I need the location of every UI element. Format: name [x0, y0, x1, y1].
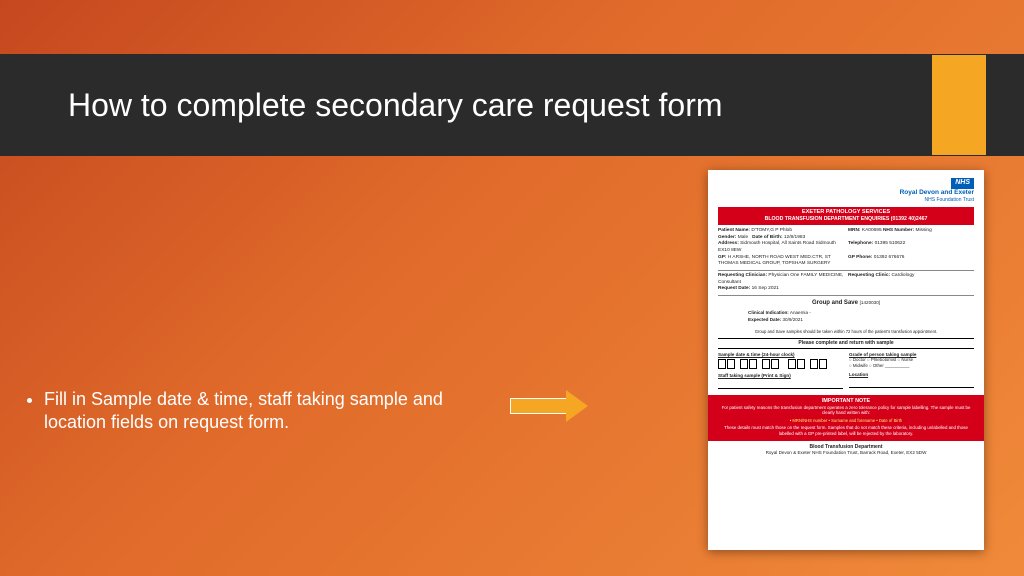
- bullet-area: Fill in Sample date & time, staff taking…: [22, 388, 462, 433]
- val-gender: Male: [738, 235, 748, 240]
- lbl-staff: Staff taking sample (Print & Sign): [718, 373, 843, 379]
- val-tel: 01395 510622: [875, 241, 906, 246]
- val-dob: 12/8/1983: [784, 235, 805, 240]
- lbl-reqdate: Request Date:: [718, 286, 750, 291]
- gs-code: [1420030]: [860, 300, 880, 305]
- slide-title: How to complete secondary care request f…: [68, 86, 723, 124]
- important-bullets: • MRN/NHS number • Surname and forename …: [716, 418, 976, 423]
- trust-sub: NHS Foundation Trust: [925, 197, 974, 203]
- val-reqclinic: Cardiology: [891, 273, 914, 278]
- lbl-gender: Gender:: [718, 235, 736, 240]
- val-reqdate: 16 Sep 2021: [752, 286, 779, 291]
- group-save-title: Group and Save [1420030]: [718, 300, 974, 308]
- lbl-ed: Expected Date:: [748, 317, 781, 322]
- bullet-text: Fill in Sample date & time, staff taking…: [44, 388, 462, 433]
- lbl-mrn: MRN:: [848, 228, 861, 233]
- arrow-icon: [510, 390, 588, 422]
- lbl-patient-name: Patient Name:: [718, 228, 750, 233]
- val-ci: Anaemia -: [790, 310, 811, 315]
- lbl-dob: Date of Birth:: [752, 235, 782, 240]
- lbl-addr: Address:: [718, 241, 739, 246]
- val-ed: 30/9/2021: [782, 317, 802, 322]
- val-mrn: KA00695: [862, 228, 882, 233]
- fields-block: Sample date & time (24-hour clock) Staff…: [718, 352, 974, 389]
- lbl-location: Location: [849, 372, 974, 378]
- important-head: IMPORTANT NOTE: [716, 398, 976, 405]
- gs-title-text: Group and Save: [812, 300, 858, 306]
- nhs-badge: NHS: [951, 178, 974, 189]
- demographics: Patient Name: D'TOMY,G P Phlob MRN: KA00…: [718, 228, 974, 293]
- lbl-reqclinic: Requesting Clinic:: [848, 273, 890, 278]
- sample-dt-boxes: [718, 359, 843, 369]
- lbl-gpphone: GP Phone:: [848, 255, 872, 260]
- lbl-sample-dt: Sample date & time (24-hour clock): [718, 352, 843, 358]
- val-gpphone: 01392 676676: [874, 255, 905, 260]
- location-line: [849, 380, 974, 388]
- please-complete: Please complete and return with sample: [718, 338, 974, 348]
- important-body2: These details must match those on the re…: [716, 425, 976, 436]
- important-note: IMPORTANT NOTE For patient safety reason…: [708, 395, 984, 441]
- lbl-tel: Telephone:: [848, 241, 873, 246]
- form-footer: Blood Transfusion Department Royal Devon…: [718, 444, 974, 456]
- staff-sigline: [718, 381, 843, 389]
- gs-note: Group and Save samples should be taken w…: [718, 329, 974, 334]
- nhs-logo-block: NHS Royal Devon and Exeter NHS Foundatio…: [718, 178, 974, 203]
- title-band: How to complete secondary care request f…: [0, 54, 1024, 156]
- form-header-line1: EXETER PATHOLOGY SERVICES: [720, 209, 972, 216]
- lbl-reqclin: Requesting Clinician:: [718, 273, 767, 278]
- form-header-red: EXETER PATHOLOGY SERVICES BLOOD TRANSFUS…: [718, 207, 974, 224]
- important-body1: For patient safety reasons the transfusi…: [716, 405, 976, 416]
- val-patient-name: D'TOMY,G P Phlob: [751, 228, 792, 233]
- slide: How to complete secondary care request f…: [0, 0, 1024, 576]
- accent-block: [932, 55, 986, 155]
- lbl-gp: GP:: [718, 255, 727, 260]
- lbl-nhs: NHS Number:: [883, 228, 914, 233]
- footer-addr: Royal Devon & Exeter NHS Foundation Trus…: [718, 450, 974, 456]
- lbl-ci: Clinical Indication:: [748, 310, 789, 315]
- request-form-preview: NHS Royal Devon and Exeter NHS Foundatio…: [708, 170, 984, 550]
- trust-name: Royal Devon and Exeter: [900, 189, 974, 196]
- val-nhs: Missing: [916, 228, 932, 233]
- val-gp: H ARSHE, NORTH ROAD WEST MED.CTR, ST THO…: [718, 255, 831, 267]
- form-header-line2: BLOOD TRANSFUSION DEPARTMENT ENQUIRIES (…: [720, 216, 972, 223]
- grade-options: ○ Doctor ○ Phlebotomist ○ Nurse ○ Midwif…: [849, 357, 974, 368]
